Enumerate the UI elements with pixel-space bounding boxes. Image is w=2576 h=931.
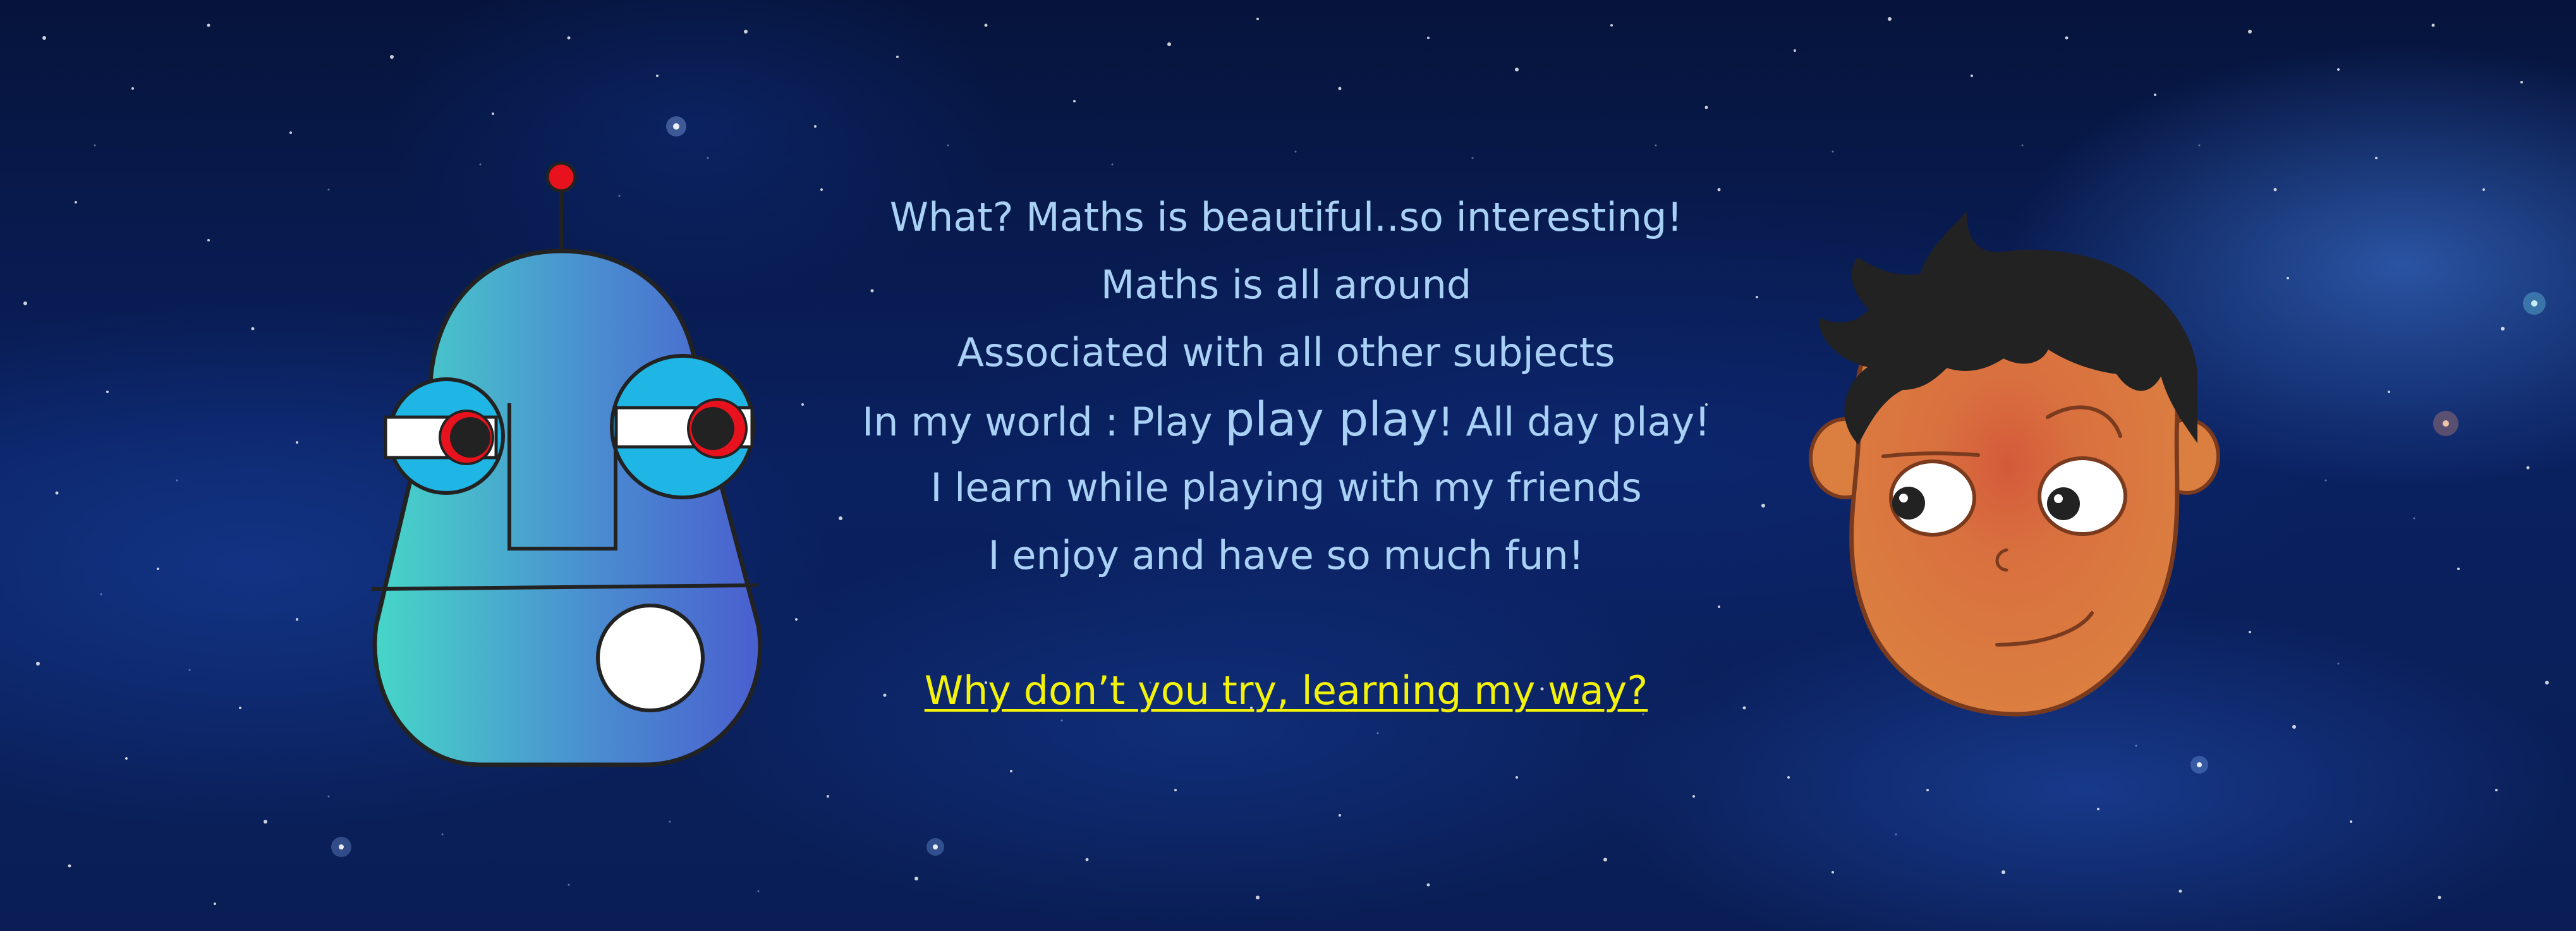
message-line-1: What? Maths is beautiful..so interesting… — [889, 194, 1683, 240]
robot-antenna — [545, 161, 577, 252]
try-learning-link[interactable]: Why don’t you try, learning my way? — [822, 657, 1751, 724]
space-background: What? Maths is beautiful..so interesting… — [0, 0, 2576, 931]
message-line-2: Maths is all around — [1100, 262, 1472, 308]
robot-left-eye — [384, 377, 505, 495]
message-line-6: I enjoy and have so much fun! — [988, 532, 1584, 578]
message-block: What? Maths is beautiful..so interesting… — [822, 183, 1751, 724]
boy-face-illustration — [1809, 212, 2220, 717]
message-line-4-suffix: ! All day play! — [1437, 399, 1710, 445]
robot-right-eye — [610, 354, 755, 499]
message-line-4: In my world : Play play play! All day pl… — [822, 386, 1751, 454]
boy-right-eye — [2038, 456, 2127, 536]
robot-illustration — [371, 161, 763, 767]
message-line-3: Associated with all other subjects — [957, 329, 1615, 375]
boy-left-eye — [1889, 459, 1976, 537]
message-line-4-emphasis: play play — [1225, 392, 1438, 447]
robot-body — [372, 248, 763, 767]
message-line-5: I learn while playing with my friends — [930, 465, 1642, 511]
robot-button — [596, 604, 705, 712]
message-line-4-prefix: In my world : Play — [862, 399, 1225, 445]
